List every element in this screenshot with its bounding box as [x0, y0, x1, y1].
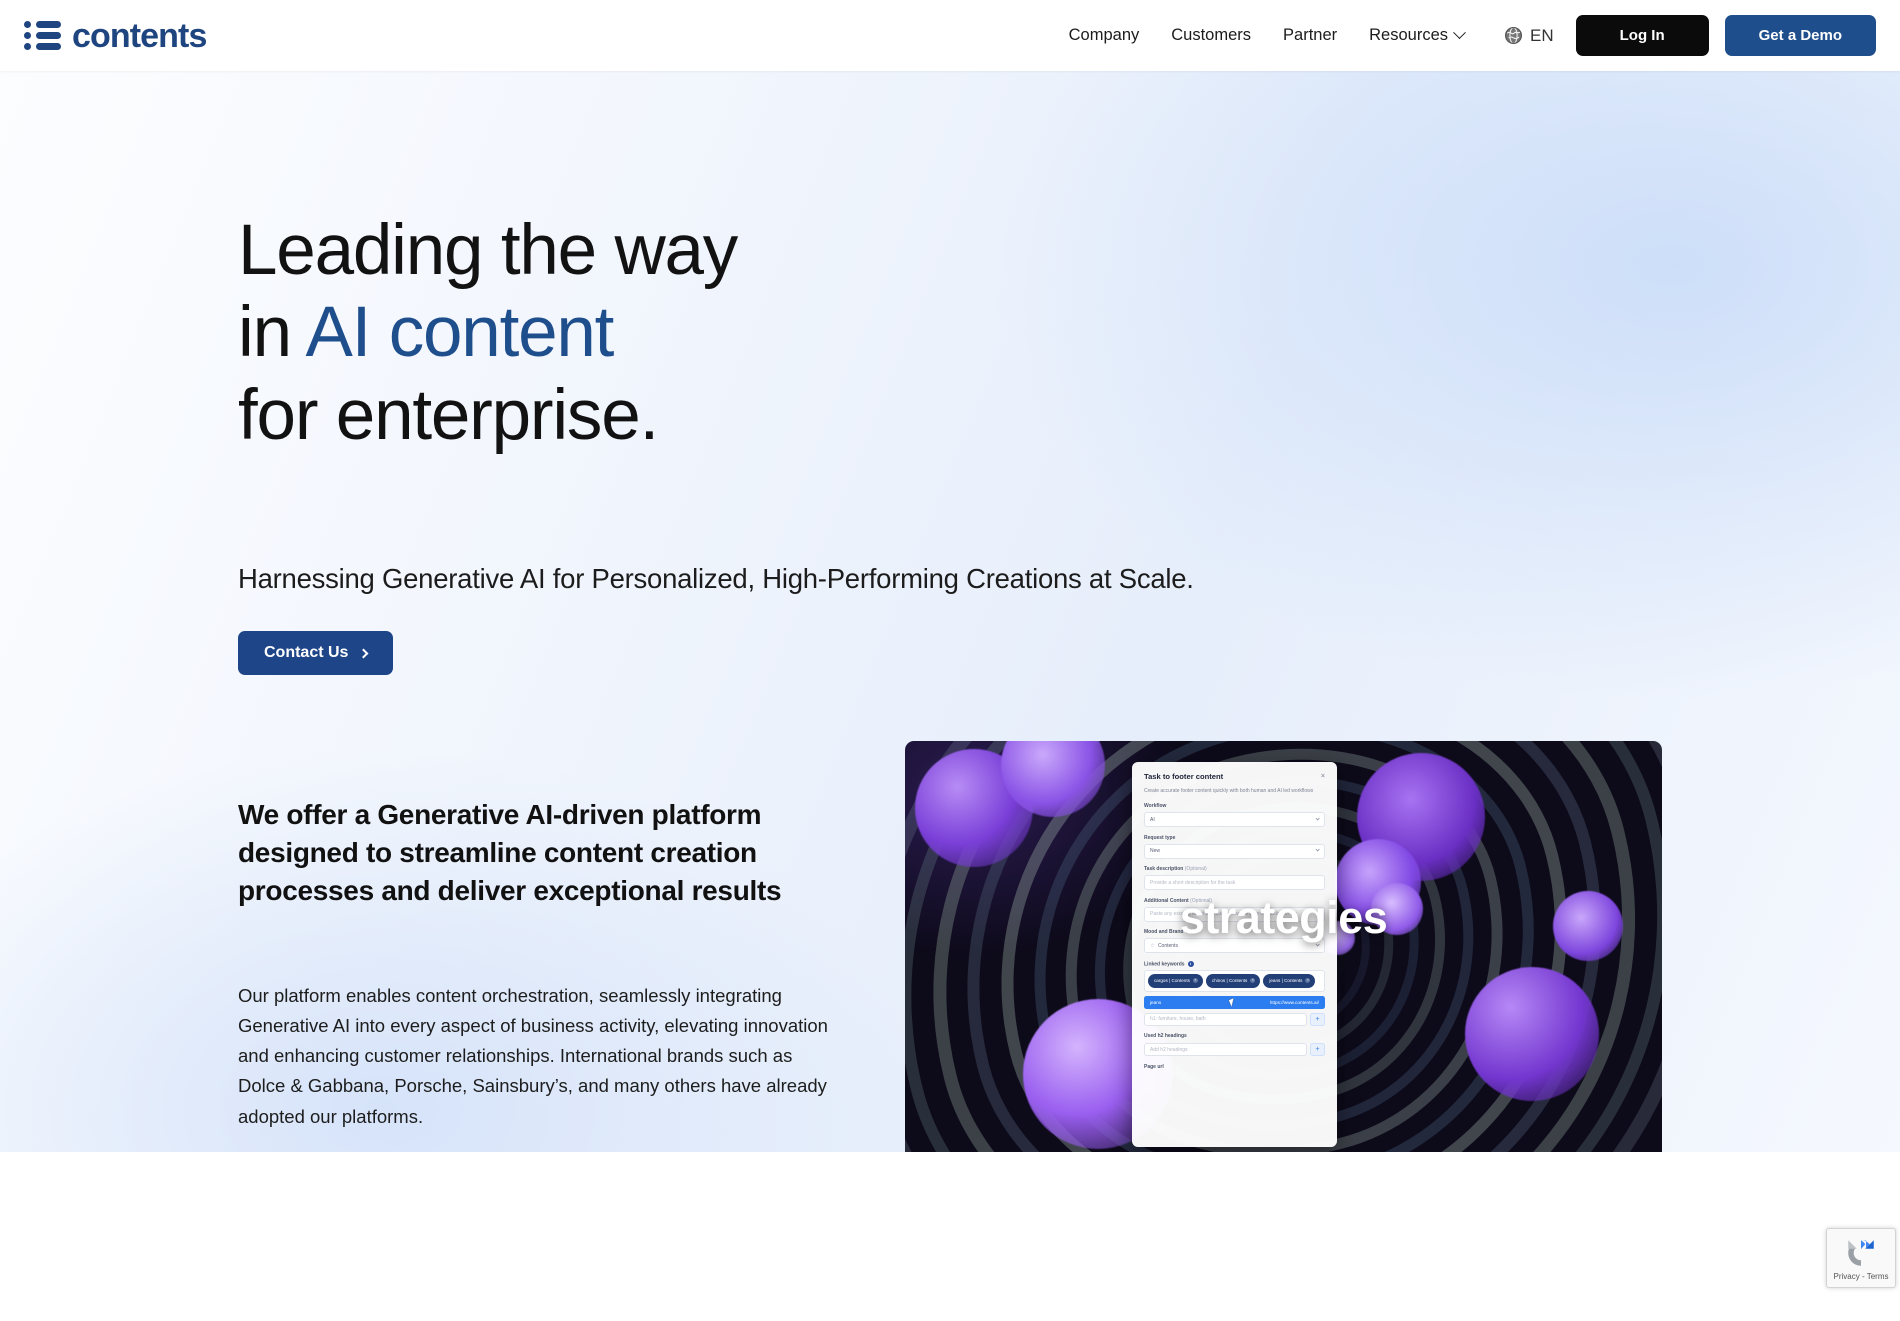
logo-text: contents: [72, 16, 207, 55]
h2-heading-input[interactable]: Add h2 headings: [1144, 1043, 1307, 1057]
keyword-chip[interactable]: chinos | Contents ×: [1205, 973, 1261, 988]
task-description-input[interactable]: Provide a short description for the task: [1144, 875, 1325, 890]
logo[interactable]: contents: [24, 16, 207, 55]
nav-item-resources-label: Resources: [1369, 26, 1449, 44]
request-type-select[interactable]: New: [1144, 843, 1325, 859]
field-page-url: Page url: [1144, 1064, 1325, 1070]
list-icon: [24, 21, 61, 50]
nav-item-partner[interactable]: Partner: [1267, 26, 1353, 45]
intro-heading: We offer a Generative AI-driven platform…: [238, 799, 782, 907]
h2-heading-row: Add h2 headings +: [1144, 1043, 1325, 1057]
remove-icon[interactable]: ×: [1305, 978, 1311, 984]
mouse-cursor-icon: [1228, 998, 1237, 1007]
h1-heading-row: h1: furniture, house, bath +: [1144, 1012, 1325, 1026]
language-label: EN: [1530, 25, 1554, 45]
field-workflow-label: Workflow: [1144, 803, 1167, 809]
task-description-optional: (Optional): [1184, 866, 1207, 872]
keyword-chip-label: cargos | Contents: [1154, 978, 1190, 984]
media-overlay-word: strategies: [1179, 892, 1388, 943]
product-media-card: Task to footer content × Create accurate…: [905, 741, 1662, 1152]
workflow-select[interactable]: AI: [1144, 812, 1325, 827]
keyword-chip-list[interactable]: cargos | Contents × chinos | Contents × je…: [1144, 969, 1325, 992]
panel-header: Task to footer content ×: [1144, 772, 1325, 781]
h2-headings-label: Used h2 headings: [1144, 1033, 1187, 1040]
language-switcher[interactable]: EN: [1504, 26, 1554, 46]
page-url-label: Page url: [1144, 1063, 1164, 1070]
field-task-description: Task description (Optional) Provide a sh…: [1144, 866, 1325, 890]
site-header: contents Company Customers Partner Resou…: [0, 0, 1900, 71]
chevron-down-icon: [1314, 816, 1320, 821]
chevron-down-icon: [1314, 847, 1320, 853]
linked-keywords-label: Linked keywords i: [1144, 960, 1325, 967]
keyword-chip[interactable]: cargos | Contents ×: [1148, 973, 1203, 988]
hero-section: Leading the way in AI content for enterp…: [0, 71, 1900, 1152]
recaptcha-badge[interactable]: Privacy - Terms: [1826, 1228, 1896, 1288]
panel-title-text: Task to footer content: [1144, 772, 1224, 781]
page-root: contents Company Customers Partner Resou…: [0, 0, 1900, 1321]
field-task-description-label: Task description (Optional): [1144, 866, 1325, 872]
field-linked-keywords: Linked keywords i cargos | Contents × chin…: [1144, 960, 1325, 1009]
remove-icon[interactable]: ×: [1250, 978, 1256, 984]
keyword-chip[interactable]: jeans | Contents ×: [1263, 973, 1316, 988]
close-icon[interactable]: ×: [1321, 773, 1325, 780]
task-form-panel: Task to footer content × Create accurate…: [1132, 762, 1337, 1147]
chevron-right-icon: [359, 648, 369, 659]
suggestion-url: https://www.contents.ai/: [1269, 999, 1319, 1005]
nav-item-customers[interactable]: Customers: [1155, 26, 1267, 45]
field-workflow: Workflow AI: [1144, 803, 1325, 827]
panel-description: Create accurate footer content quickly w…: [1144, 788, 1314, 794]
keyword-suggestion-row[interactable]: jeans https://www.contents.ai/: [1144, 995, 1325, 1009]
keyword-chip-label: chinos | Contents: [1211, 978, 1248, 984]
headline-line-3: for enterprise.: [238, 375, 659, 455]
field-request-type: Request type New: [1144, 835, 1325, 859]
remove-icon[interactable]: ×: [1192, 978, 1198, 984]
info-icon[interactable]: i: [1187, 960, 1194, 967]
field-request-type-label: Request type: [1144, 834, 1176, 841]
purple-orb: [1465, 967, 1599, 1101]
recaptcha-icon: [1848, 1239, 1874, 1266]
main-nav: Company Customers Partner Resources EN L…: [1053, 15, 1900, 56]
contact-us-label: Contact Us: [264, 644, 349, 661]
intro-body: Our platform enables content orchestrati…: [238, 985, 828, 1127]
headline-accent: AI content: [305, 293, 614, 373]
add-h1-button[interactable]: +: [1310, 1012, 1325, 1026]
nav-item-resources[interactable]: Resources: [1353, 26, 1480, 45]
keyword-chip-label: jeans | Contents: [1269, 978, 1303, 984]
add-h2-button[interactable]: +: [1310, 1043, 1325, 1057]
login-button[interactable]: Log In: [1575, 15, 1709, 56]
suggestion-term: jeans: [1150, 999, 1162, 1005]
nav-item-company[interactable]: Company: [1053, 26, 1156, 45]
field-h2-headings: Used h2 headings Add h2 headings +: [1144, 1033, 1325, 1057]
request-type-value: New: [1150, 848, 1161, 854]
hero-subheadline: Harnessing Generative AI for Personalize…: [238, 563, 1194, 594]
headline-line-1: Leading the way: [238, 211, 738, 290]
linked-keywords-label-text: Linked keywords: [1144, 960, 1185, 967]
page-title: Leading the way in AI content for enterp…: [238, 210, 738, 457]
contact-us-button[interactable]: Contact Us: [238, 631, 394, 675]
h1-heading-input[interactable]: h1: furniture, house, bath: [1144, 1012, 1307, 1026]
workflow-value: AI: [1150, 816, 1155, 823]
globe-icon: [1505, 26, 1523, 45]
task-description-label-text: Task description: [1144, 866, 1184, 872]
chevron-down-icon: [1453, 26, 1466, 40]
headline-line-2-pre: in: [238, 293, 306, 373]
get-demo-button[interactable]: Get a Demo: [1724, 15, 1876, 56]
recaptcha-terms[interactable]: Privacy - Terms: [1834, 1272, 1889, 1281]
